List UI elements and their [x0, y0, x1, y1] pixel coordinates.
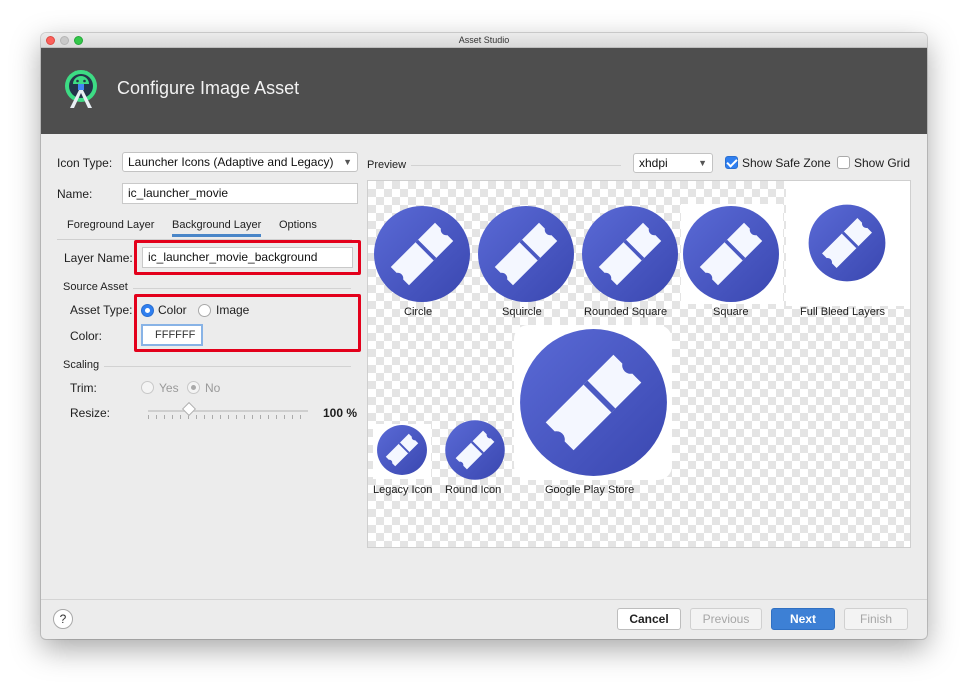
rounded-square-icon: [582, 206, 678, 302]
maximize-window-icon[interactable]: [74, 36, 83, 45]
circle-icon: [374, 206, 470, 302]
section-divider: [104, 366, 351, 367]
caption-squircle: Squircle: [502, 306, 542, 318]
icon-type-dropdown[interactable]: Launcher Icons (Adaptive and Legacy) ▼: [122, 152, 358, 172]
tab-foreground-layer[interactable]: Foreground Layer: [67, 219, 154, 231]
radio-image-label[interactable]: Image: [216, 303, 249, 317]
resize-value: 100 %: [323, 406, 358, 420]
asset-type-label: Asset Type:: [70, 303, 133, 317]
radio-trim-yes[interactable]: [141, 381, 154, 394]
square-icon-tile: [681, 204, 783, 304]
layer-name-label: Layer Name:: [64, 251, 133, 265]
radio-trim-no-label[interactable]: No: [205, 381, 220, 395]
close-window-icon[interactable]: [46, 36, 55, 45]
source-asset-heading: Source Asset: [63, 281, 128, 293]
caption-legacy: Legacy Icon: [373, 484, 433, 496]
chevron-down-icon: ▼: [343, 157, 352, 167]
chevron-down-icon: ▼: [698, 158, 707, 168]
density-dropdown[interactable]: xhdpi ▼: [633, 153, 713, 173]
name-field[interactable]: ic_launcher_movie: [122, 183, 358, 204]
page-title: Configure Image Asset: [117, 78, 300, 98]
legacy-icon: [377, 425, 427, 475]
asset-studio-window: Asset Studio Configure Image Asset Icon …: [41, 33, 927, 639]
preview-divider: [411, 165, 621, 166]
full-bleed-icon-tile: [786, 181, 910, 306]
next-button[interactable]: Next: [771, 608, 835, 630]
square-icon: [683, 206, 779, 302]
icon-type-label: Icon Type:: [57, 156, 113, 170]
layer-name-field[interactable]: ic_launcher_movie_background: [142, 247, 353, 268]
cancel-button[interactable]: Cancel: [617, 608, 681, 630]
wizard-header: Configure Image Asset: [41, 48, 927, 134]
resize-slider-handle[interactable]: [181, 401, 197, 417]
caption-circle: Circle: [404, 306, 433, 318]
preview-label: Preview: [367, 159, 407, 171]
resize-slider-track[interactable]: [148, 410, 308, 412]
scaling-heading: Scaling: [63, 359, 100, 371]
squircle-icon: [478, 206, 574, 302]
play-store-icon-tile: [514, 325, 672, 480]
icon-type-value: Launcher Icons (Adaptive and Legacy): [128, 155, 334, 169]
show-grid-label[interactable]: Show Grid: [854, 156, 910, 170]
trim-label: Trim:: [70, 381, 97, 395]
legacy-icon-tile: [373, 424, 431, 479]
color-label: Color:: [70, 329, 103, 343]
minimize-window-icon[interactable]: [60, 36, 69, 45]
round-icon: [445, 420, 505, 480]
tab-options[interactable]: Options: [279, 219, 317, 231]
radio-trim-no[interactable]: [187, 381, 200, 394]
name-label: Name:: [57, 187, 93, 201]
radio-color[interactable]: [141, 304, 154, 317]
resize-slider-ticks: [148, 415, 308, 419]
window-title: Asset Studio: [458, 35, 510, 45]
preview-canvas: Circle Squircle Rounded Square Square Fu…: [367, 180, 911, 548]
radio-trim-yes-label[interactable]: Yes: [159, 381, 179, 395]
radio-image[interactable]: [198, 304, 211, 317]
caption-play-store: Google Play Store: [545, 484, 635, 496]
finish-button[interactable]: Finish: [844, 608, 908, 630]
previous-button[interactable]: Previous: [690, 608, 762, 630]
help-button[interactable]: ?: [53, 609, 73, 629]
caption-full-bleed: Full Bleed Layers: [800, 306, 885, 318]
radio-color-label[interactable]: Color: [158, 303, 187, 317]
section-divider: [133, 288, 351, 289]
play-store-icon: [520, 329, 667, 476]
tab-background-layer[interactable]: Background Layer: [172, 219, 262, 237]
density-value: xhdpi: [639, 156, 668, 170]
show-grid-checkbox[interactable]: [837, 156, 850, 169]
full-bleed-icon: [808, 204, 886, 282]
footer-divider: [41, 599, 927, 600]
show-safe-zone-label[interactable]: Show Safe Zone: [742, 156, 831, 170]
caption-square: Square: [713, 306, 749, 318]
color-field[interactable]: FFFFFF: [141, 324, 203, 346]
show-safe-zone-checkbox[interactable]: [725, 156, 738, 169]
caption-rounded-square: Rounded Square: [584, 306, 668, 318]
resize-label: Resize:: [70, 406, 111, 420]
window-titlebar: Asset Studio: [41, 33, 927, 48]
caption-round: Round Icon: [445, 484, 502, 496]
android-studio-logo-icon: [65, 70, 97, 108]
